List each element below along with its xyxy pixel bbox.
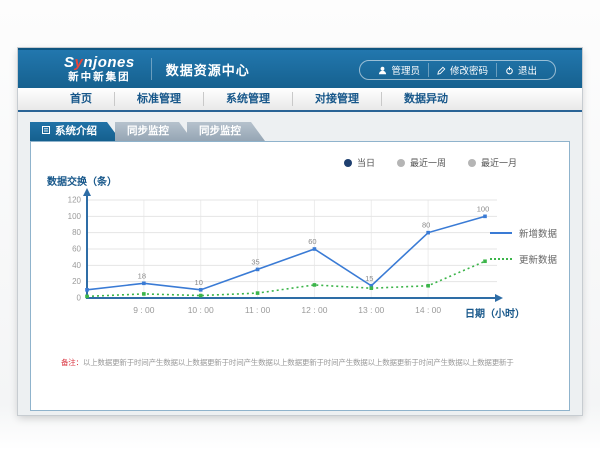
change-password-button[interactable]: 修改密码 xyxy=(428,63,496,77)
chart-legend: 新增数据 更新数据 xyxy=(490,226,557,266)
chart-area: 0 20 40 60 80 100 120 9 : 00 10 : 00 11 : 00 12 : … xyxy=(45,186,515,326)
svg-text:35: 35 xyxy=(251,257,259,266)
app-window: Synjones 新中新集团 数据资源中心 管理员 修改密码 xyxy=(18,48,582,415)
nav-item-interface-mgmt[interactable]: 对接管理 xyxy=(292,92,381,106)
tab-bar: 系统介绍 同步监控 同步监控 xyxy=(30,122,265,141)
svg-text:12 : 00: 12 : 00 xyxy=(301,305,327,315)
main-nav: 首页 标准管理 系统管理 对接管理 数据异动 xyxy=(18,88,582,112)
svg-text:100: 100 xyxy=(68,212,82,221)
svg-text:0: 0 xyxy=(77,294,82,303)
nav-item-home[interactable]: 首页 xyxy=(48,92,114,106)
svg-text:10: 10 xyxy=(195,278,203,287)
nav-item-data-change[interactable]: 数据异动 xyxy=(381,92,470,106)
radio-unselected-icon xyxy=(397,159,405,167)
change-password-label: 修改密码 xyxy=(450,63,488,77)
svg-text:60: 60 xyxy=(308,237,316,246)
radio-last-month[interactable]: 最近一月 xyxy=(468,156,517,169)
nav-item-standard-mgmt[interactable]: 标准管理 xyxy=(114,92,203,106)
tab-label: 同步监控 xyxy=(127,122,169,141)
company-logo: Synjones 新中新集团 xyxy=(64,55,135,83)
logout-label: 退出 xyxy=(518,63,537,77)
svg-text:10 : 00: 10 : 00 xyxy=(188,305,214,315)
radio-unselected-icon xyxy=(468,159,476,167)
user-menu[interactable]: 管理员 xyxy=(370,63,428,77)
user-toolbar: 管理员 修改密码 退出 xyxy=(359,60,556,80)
svg-text:80: 80 xyxy=(422,221,430,230)
edit-icon xyxy=(437,66,446,75)
header-divider xyxy=(151,58,152,80)
note-text: 以上数据更新于时间产生数据以上数据更新于时间产生数据以上数据更新于时间产生数据以… xyxy=(83,358,514,367)
tab-label: 同步监控 xyxy=(199,122,241,141)
svg-text:120: 120 xyxy=(68,196,82,205)
user-label: 管理员 xyxy=(391,63,420,77)
radio-label: 最近一月 xyxy=(481,156,517,169)
time-range-filter: 当日 最近一周 最近一月 xyxy=(344,156,517,169)
svg-text:15: 15 xyxy=(365,274,373,283)
tab-sync-monitor-2[interactable]: 同步监控 xyxy=(187,122,265,141)
footer-note: 备注：以上数据更新于时间产生数据以上数据更新于时间产生数据以上数据更新于时间产生… xyxy=(61,357,555,368)
radio-label: 最近一周 xyxy=(410,156,446,169)
legend-item-updated-data[interactable]: 更新数据 xyxy=(490,252,557,266)
radio-label: 当日 xyxy=(357,156,375,169)
legend-label: 更新数据 xyxy=(519,252,557,266)
tab-sync-monitor-1[interactable]: 同步监控 xyxy=(115,122,193,141)
note-prefix: 备注： xyxy=(61,358,83,367)
svg-text:20: 20 xyxy=(72,277,81,286)
legend-label: 新增数据 xyxy=(519,226,557,240)
solid-line-swatch xyxy=(490,232,512,234)
logo-subtitle: 新中新集团 xyxy=(68,72,131,83)
svg-text:18: 18 xyxy=(138,271,146,280)
legend-item-new-data[interactable]: 新增数据 xyxy=(490,226,557,240)
line-chart: 0 20 40 60 80 100 120 9 : 00 10 : 00 11 : 00 12 : … xyxy=(45,186,515,326)
app-header: Synjones 新中新集团 数据资源中心 管理员 修改密码 xyxy=(18,48,582,88)
svg-text:100: 100 xyxy=(477,204,490,213)
page-background: Synjones 新中新集团 数据资源中心 管理员 修改密码 xyxy=(0,0,600,450)
nav-item-system-mgmt[interactable]: 系统管理 xyxy=(203,92,292,106)
tab-system-intro[interactable]: 系统介绍 xyxy=(30,122,121,141)
radio-selected-icon xyxy=(344,159,352,167)
x-axis-title: 日期（小时） xyxy=(465,305,525,320)
svg-text:14 : 00: 14 : 00 xyxy=(415,305,441,315)
power-icon xyxy=(505,66,514,75)
radio-last-week[interactable]: 最近一周 xyxy=(397,156,446,169)
radio-today[interactable]: 当日 xyxy=(344,156,375,169)
svg-text:11 : 00: 11 : 00 xyxy=(245,305,271,315)
user-icon xyxy=(378,66,387,75)
svg-text:40: 40 xyxy=(72,261,81,270)
page-title: 数据资源中心 xyxy=(166,60,250,79)
tab-label: 系统介绍 xyxy=(55,122,97,141)
dotted-line-swatch xyxy=(490,258,512,260)
logo-wordmark: Synjones xyxy=(64,55,135,70)
svg-text:60: 60 xyxy=(72,245,81,254)
document-icon xyxy=(42,122,50,141)
svg-text:80: 80 xyxy=(72,228,81,237)
logout-button[interactable]: 退出 xyxy=(496,63,545,77)
svg-text:13 : 00: 13 : 00 xyxy=(358,305,384,315)
svg-text:9 : 00: 9 : 00 xyxy=(133,305,155,315)
content-panel: 当日 最近一周 最近一月 数据交换（条） 0204060801001209 : … xyxy=(30,141,570,411)
